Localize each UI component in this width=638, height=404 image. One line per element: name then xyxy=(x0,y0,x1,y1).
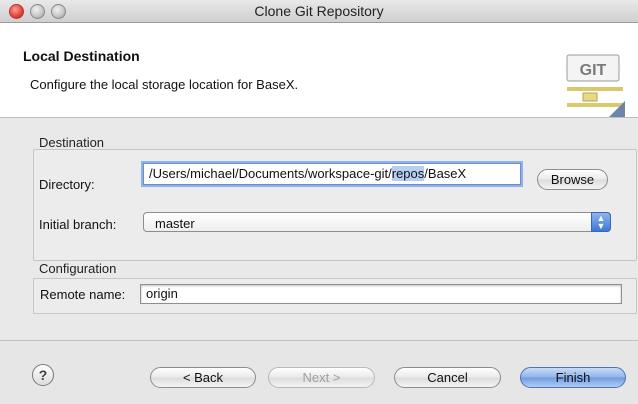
wizard-header: Local Destination Configure the local st… xyxy=(0,23,638,118)
select-arrows-icon: ▲ ▼ xyxy=(591,212,611,232)
directory-text-after: /BaseX xyxy=(424,166,467,181)
directory-input[interactable]: /Users/michael/Documents/workspace-git/r… xyxy=(143,163,521,185)
git-logo-icon: GIT xyxy=(566,54,625,117)
back-button[interactable]: < Back xyxy=(150,367,256,388)
directory-text-before: /Users/michael/Documents/workspace-git/ xyxy=(149,166,392,181)
wizard-footer: ? < Back Next > Cancel Finish xyxy=(0,340,638,404)
initial-branch-value: master xyxy=(155,216,195,231)
window-title: Clone Git Repository xyxy=(254,3,384,19)
help-icon[interactable]: ? xyxy=(32,364,54,386)
next-button[interactable]: Next > xyxy=(268,367,375,388)
destination-group-label: Destination xyxy=(39,135,105,150)
wizard-body: Destination Directory: /Users/michael/Do… xyxy=(0,118,638,340)
configuration-group-label: Configuration xyxy=(39,261,117,276)
remote-name-label: Remote name: xyxy=(40,287,126,302)
page-description: Configure the local storage location for… xyxy=(30,77,299,92)
browse-button[interactable]: Browse xyxy=(537,169,608,190)
cancel-button[interactable]: Cancel xyxy=(394,367,501,388)
initial-branch-label: Initial branch: xyxy=(39,217,117,232)
directory-text-selected: repos xyxy=(391,166,425,181)
page-title: Local Destination xyxy=(23,48,140,64)
clone-git-repository-dialog: Clone Git Repository Local Destination C… xyxy=(0,0,638,404)
finish-button[interactable]: Finish xyxy=(520,367,626,388)
initial-branch-select[interactable]: master ▲ ▼ xyxy=(143,212,611,232)
title-bar: Clone Git Repository xyxy=(0,0,638,23)
directory-label: Directory: xyxy=(39,177,95,192)
remote-name-input[interactable]: origin xyxy=(140,284,622,304)
git-logo-text: GIT xyxy=(580,62,607,79)
